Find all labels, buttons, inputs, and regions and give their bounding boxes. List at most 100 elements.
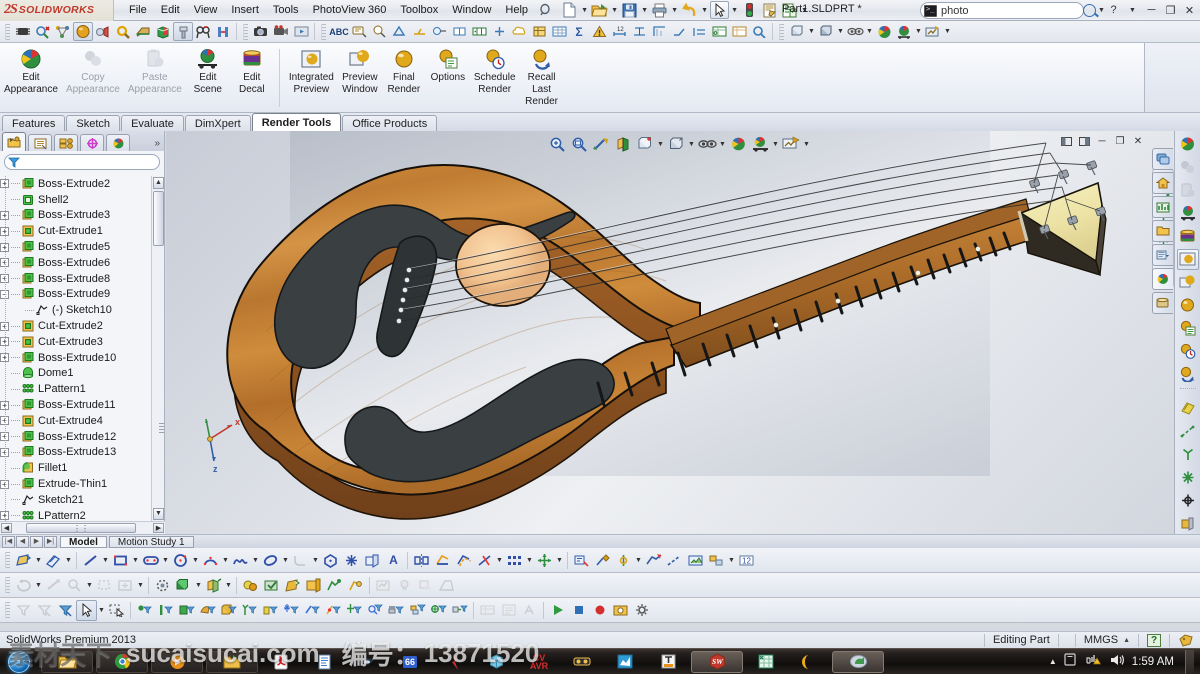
viewport-restore-button[interactable]: ❐ <box>1112 134 1128 148</box>
network-icon[interactable] <box>1064 653 1079 670</box>
help-caret-icon[interactable]: ▼ <box>1124 2 1141 18</box>
display-style-caret-icon[interactable]: ▼ <box>836 23 845 41</box>
show-hidden-icons-arrow[interactable]: ▲ <box>1049 657 1057 666</box>
tree-item-sketch10[interactable]: (-) Sketch10 <box>0 302 152 318</box>
axis-filter-icon[interactable] <box>239 600 260 621</box>
text-filter-icon[interactable] <box>519 600 540 621</box>
render-options-icon[interactable] <box>1177 318 1199 339</box>
document-task[interactable] <box>304 651 344 673</box>
view-orientation-icon[interactable] <box>634 134 656 155</box>
featuremanager-tree-tab[interactable] <box>2 132 26 151</box>
edit-scene-icon[interactable] <box>1177 203 1199 224</box>
tree-item-boss-extrude5[interactable]: + Boss-Extrude5 <box>0 239 152 255</box>
integrated-preview-button[interactable]: Integrated Preview <box>285 47 338 95</box>
zoom-to-area-icon[interactable] <box>94 575 115 596</box>
line-icon[interactable] <box>80 550 101 571</box>
rectangle-icon[interactable] <box>110 550 131 571</box>
tree-item-lpattern1[interactable]: LPattern1 <box>0 381 152 397</box>
appearances-icon[interactable] <box>727 134 749 155</box>
select-caret-icon[interactable]: ▼ <box>730 1 739 19</box>
zoom-in-out-icon[interactable] <box>64 575 85 596</box>
ellipse-caret-icon[interactable]: ▼ <box>281 551 290 569</box>
scene-caret-icon[interactable]: ▼ <box>771 135 780 153</box>
revision-cloud-icon[interactable] <box>509 22 529 41</box>
solidworks-task[interactable]: SW <box>691 650 743 673</box>
appearance-icon[interactable] <box>282 575 303 596</box>
note-filter-icon[interactable] <box>498 600 519 621</box>
center-mark-icon[interactable] <box>489 22 509 41</box>
blocks-icon[interactable] <box>706 550 727 571</box>
sketch-segment-filter-icon[interactable] <box>302 600 323 621</box>
view-toolbar-grip[interactable] <box>5 577 10 593</box>
surface-filter-icon[interactable] <box>197 600 218 621</box>
custom-properties-tab[interactable] <box>1152 268 1173 290</box>
open-folder-icon[interactable] <box>590 1 609 19</box>
route-point-filter-icon[interactable] <box>449 600 470 621</box>
tree-item-boss-extrude10[interactable]: + Boss-Extrude10 <box>0 350 152 366</box>
tab-evaluate[interactable]: Evaluate <box>121 115 184 131</box>
previous-view-icon[interactable] <box>590 134 612 155</box>
media-player-task[interactable] <box>151 650 203 673</box>
annotation-note-icon[interactable] <box>349 22 369 41</box>
acrobat-task[interactable] <box>261 651 301 673</box>
edit-decal-icon[interactable] <box>1177 226 1199 247</box>
stop-icon[interactable] <box>568 600 589 621</box>
dimxpert-manager-tab[interactable] <box>80 134 104 151</box>
appearance-sphere-icon[interactable] <box>1177 134 1199 155</box>
abc-spellcheck-icon[interactable]: ABC <box>329 22 349 41</box>
final-render-icon[interactable] <box>1177 295 1199 316</box>
select-arrow-icon[interactable] <box>710 1 730 19</box>
hide-show-caret-icon[interactable]: ▼ <box>865 23 874 41</box>
tree-item-lpattern2[interactable]: + LPattern2 <box>0 508 152 521</box>
convert-entities-icon[interactable] <box>432 550 453 571</box>
help-question-icon[interactable]: ? <box>1105 2 1122 18</box>
excel-task[interactable] <box>746 651 786 673</box>
menu-file[interactable]: File <box>122 1 154 19</box>
sketch-icon[interactable] <box>13 550 34 571</box>
circle-caret-icon[interactable]: ▼ <box>191 551 200 569</box>
units-caret-icon[interactable]: ▲ <box>1123 637 1130 644</box>
quick-snaps-icon[interactable] <box>613 550 634 571</box>
cvavr-task[interactable]: CV AVR <box>519 651 559 673</box>
scene-apply-icon[interactable] <box>749 134 771 155</box>
display-manager-tab[interactable] <box>106 134 130 151</box>
nav-next-button[interactable]: ▶ <box>30 535 43 548</box>
balloon-icon[interactable] <box>369 22 389 41</box>
hide-show-caret-icon[interactable]: ▼ <box>718 135 727 153</box>
play-icon[interactable] <box>547 600 568 621</box>
smart-dimension-caret-icon[interactable]: ▼ <box>64 551 73 569</box>
property-manager-tab[interactable] <box>28 134 52 151</box>
tree-item-boss-extrude2[interactable]: + Boss-Extrude2 <box>0 176 152 192</box>
geometric-tolerance-icon[interactable] <box>469 22 489 41</box>
box-select-icon[interactable] <box>106 600 127 621</box>
photoview-camera-icon[interactable] <box>251 22 271 41</box>
settings-icon[interactable] <box>631 600 652 621</box>
recall-render-icon[interactable] <box>1177 363 1199 384</box>
dimension-filter-icon[interactable] <box>365 600 386 621</box>
construction-geometry-icon[interactable] <box>664 550 685 571</box>
bom-icon[interactable] <box>729 22 749 41</box>
hscroll-thumb[interactable]: ⋮⋮ <box>26 523 136 533</box>
section-caret-icon[interactable]: ▼ <box>224 576 233 594</box>
point-icon[interactable] <box>341 550 362 571</box>
select-arrow-icon[interactable] <box>76 599 97 621</box>
menu-insert[interactable]: Insert <box>224 1 266 19</box>
menu-window[interactable]: Window <box>445 1 498 19</box>
sum-icon[interactable]: Σ <box>569 22 589 41</box>
polygon-icon[interactable] <box>320 550 341 571</box>
lighting-icon[interactable] <box>93 22 113 41</box>
zoom-to-fit-icon[interactable] <box>546 134 568 155</box>
appearance-gold-icon[interactable] <box>1177 398 1199 419</box>
zoomfit-caret-icon[interactable]: ▼ <box>136 576 145 594</box>
auto-dimension-icon[interactable] <box>629 22 649 41</box>
scroll-up-arrow[interactable]: ▲ <box>153 177 164 189</box>
section-view-icon[interactable] <box>133 22 153 41</box>
undo-caret-icon[interactable]: ▼ <box>700 1 709 19</box>
blocks-filter-icon[interactable] <box>407 600 428 621</box>
copy-appearance-icon[interactable] <box>1177 157 1199 178</box>
table-icon[interactable] <box>549 22 569 41</box>
tree-item-boss-extrude11[interactable]: + Boss-Extrude11 <box>0 397 152 413</box>
windows-explorer-task[interactable] <box>41 650 93 673</box>
filter-clear-icon[interactable] <box>34 600 55 621</box>
tab-model[interactable]: Model <box>60 535 107 548</box>
